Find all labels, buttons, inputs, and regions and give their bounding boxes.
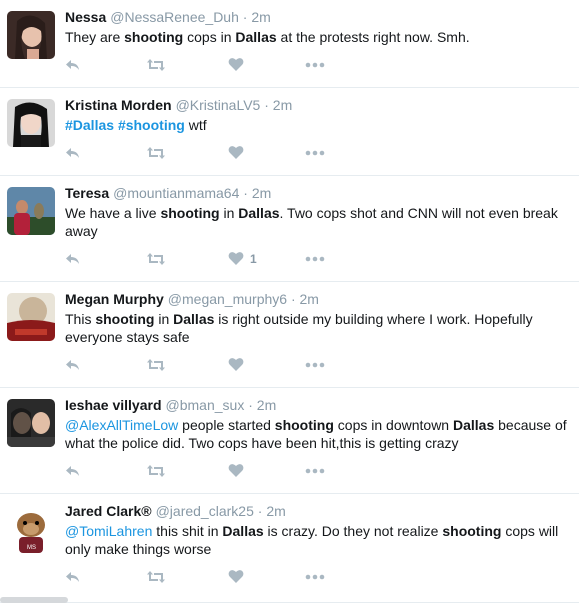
user-name[interactable]: Teresa (65, 185, 109, 201)
avatar[interactable]: MS (7, 505, 55, 553)
horizontal-scrollbar[interactable] (0, 597, 68, 603)
retweet-icon[interactable] (146, 358, 166, 374)
more-icon[interactable] (305, 468, 325, 484)
keyword-highlight: Dallas (222, 523, 264, 539)
tweet[interactable]: Ieshae villyard @bman_sux · 2m @AlexAllTi… (0, 388, 579, 494)
separator-dot: · (257, 503, 263, 519)
keyword-highlight: shooting (274, 417, 334, 433)
user-handle[interactable]: @megan_murphy6 (168, 291, 287, 307)
tweet[interactable]: Nessa @NessaRenee_Duh · 2m They are shoot… (0, 0, 579, 88)
text-segment: in (219, 205, 239, 221)
timestamp[interactable]: 2m (273, 97, 292, 113)
text-segment: people started (178, 417, 275, 433)
tweet-text: @TomiLahren this shit in Dallas is crazy… (65, 522, 570, 558)
avatar[interactable] (7, 99, 55, 147)
timestamp[interactable]: 2m (300, 291, 319, 307)
tweet[interactable]: Teresa @mountianmama64 · 2m We have a liv… (0, 176, 579, 282)
text-segment: wtf (184, 117, 207, 133)
user-name[interactable]: Nessa (65, 9, 106, 25)
text-segment: They are (65, 29, 125, 45)
reply-icon[interactable] (65, 358, 81, 374)
reply-icon[interactable] (65, 570, 81, 586)
reply-icon[interactable] (65, 252, 81, 268)
keyword-highlight: Dallas (235, 29, 277, 45)
separator-dot: · (242, 9, 248, 25)
timestamp[interactable]: 2m (252, 185, 271, 201)
text-segment: We have a live (65, 205, 161, 221)
text-segment: at the protests right now. Smh. (276, 29, 470, 45)
user-handle[interactable]: @bman_sux (166, 397, 245, 413)
user-name[interactable]: Megan Murphy (65, 291, 164, 307)
text-segment: is crazy. Do they not realize (263, 523, 443, 539)
heart-icon[interactable] (228, 357, 244, 373)
keyword-highlight: shooting (442, 523, 502, 539)
text-segment: this shit in (152, 523, 223, 539)
reply-icon[interactable] (65, 58, 81, 74)
retweet-icon[interactable] (146, 464, 166, 480)
retweet-icon[interactable] (146, 252, 166, 268)
tweet[interactable]: Kristina Morden @KristinaLV5 · 2m #Dallas… (0, 88, 579, 176)
user-handle[interactable]: @KristinaLV5 (176, 97, 261, 113)
reply-icon[interactable] (65, 146, 81, 162)
user-name[interactable]: Kristina Morden (65, 97, 172, 113)
keyword-highlight: Dallas (173, 311, 215, 327)
tweet-text: This shooting in Dallas is right outside… (65, 310, 570, 346)
more-icon[interactable] (305, 256, 325, 272)
svg-text:MS: MS (27, 545, 36, 551)
separator-dot: · (290, 291, 296, 307)
keyword-highlight: shooting (95, 311, 155, 327)
tweet[interactable]: MS Jared Clark® @jared_clark25 · 2m @Tomi… (0, 494, 579, 603)
tweet-text: @AlexAllTimeLow people started shooting … (65, 416, 570, 452)
tweet-timeline: Nessa @NessaRenee_Duh · 2m They are shoot… (0, 0, 579, 603)
heart-icon[interactable] (228, 569, 244, 585)
user-name[interactable]: Jared Clark® (65, 503, 152, 519)
avatar[interactable] (7, 11, 55, 59)
timestamp[interactable]: 2m (257, 397, 276, 413)
keyword-highlight: shooting (160, 205, 220, 221)
avatar[interactable] (7, 187, 55, 235)
user-handle[interactable]: @jared_clark25 (156, 503, 254, 519)
more-icon[interactable] (305, 574, 325, 590)
heart-icon[interactable] (228, 57, 244, 73)
keyword-highlight: shooting (124, 29, 184, 45)
keyword-highlight: Dallas (238, 205, 280, 221)
tweet[interactable]: Megan Murphy @megan_murphy6 · 2m This sho… (0, 282, 579, 388)
more-icon[interactable] (305, 150, 325, 166)
tweet-text: We have a live shooting in Dallas. Two c… (65, 204, 570, 240)
more-icon[interactable] (305, 362, 325, 378)
avatar[interactable] (7, 399, 55, 447)
hashtag-link[interactable]: #Dallas (65, 117, 114, 133)
text-segment: cops in (183, 29, 236, 45)
heart-icon[interactable] (228, 463, 244, 479)
text-segment: in (154, 311, 174, 327)
heart-icon[interactable] (228, 145, 244, 161)
keyword-highlight: Dallas (452, 417, 495, 433)
retweet-icon[interactable] (146, 146, 166, 162)
avatar[interactable] (7, 293, 55, 341)
timestamp[interactable]: 2m (266, 503, 285, 519)
retweet-icon[interactable] (146, 58, 166, 74)
mention-link[interactable]: @AlexAllTimeLow (65, 417, 178, 433)
tweet-text: They are shooting cops in Dallas at the … (65, 28, 570, 46)
like-count: 1 (250, 252, 257, 266)
text-segment: cops in downtown (333, 417, 453, 433)
user-name[interactable]: Ieshae villyard (65, 397, 162, 413)
reply-icon[interactable] (65, 464, 81, 480)
timestamp[interactable]: 2m (251, 9, 270, 25)
mention-link[interactable]: @TomiLahren (65, 523, 152, 539)
separator-dot: · (243, 185, 248, 201)
separator-dot: · (248, 397, 253, 413)
text-segment: This (65, 311, 96, 327)
user-handle[interactable]: @mountianmama64 (113, 185, 239, 201)
tweet-text: #Dallas #shooting wtf (65, 116, 570, 134)
more-icon[interactable] (305, 62, 325, 78)
heart-icon[interactable]: 1 (228, 251, 257, 267)
separator-dot: · (264, 97, 269, 113)
user-handle[interactable]: @NessaRenee_Duh (110, 9, 239, 25)
retweet-icon[interactable] (146, 570, 166, 586)
hashtag-link[interactable]: #shooting (118, 117, 185, 133)
